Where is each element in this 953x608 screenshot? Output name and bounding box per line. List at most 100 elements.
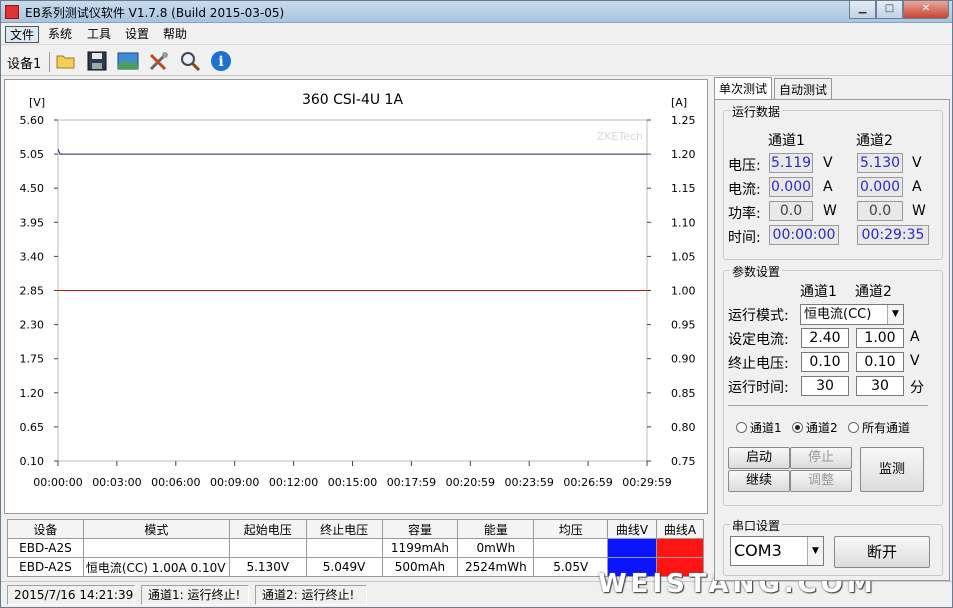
param-ch1-header: 通道1: [800, 284, 837, 300]
power-label: 功率:: [728, 206, 761, 222]
col-curve-v: 曲线V: [607, 519, 657, 539]
menu-settings[interactable]: 设置: [121, 26, 153, 43]
right-tick-label: 1.15: [671, 182, 696, 195]
voltage-current-chart: 360 CSI-4U 1A [V] [A] ZKETech 5.60 1.25 5.05 1.…: [20, 92, 696, 489]
ch1-cutoff-voltage-input[interactable]: 0.10: [801, 352, 849, 372]
right-axis-unit: [A]: [671, 96, 687, 109]
left-tick-label: 0.10: [20, 455, 45, 468]
title-bar: EB系列测试仪软件 V1.7.8 (Build 2015-03-05) ▁ □ …: [1, 1, 952, 23]
radio-channel1[interactable]: 通道1: [736, 419, 782, 436]
image-icon[interactable]: [116, 49, 140, 73]
radio-channel2[interactable]: 通道2: [792, 419, 838, 436]
ch1-power-value: 0.0: [769, 201, 813, 221]
voltage-label: 电压:: [728, 158, 761, 174]
com-port-value: COM3: [734, 541, 782, 560]
cell-energy: 2524mWh: [457, 557, 535, 577]
ch2-run-time-input[interactable]: 30: [856, 376, 904, 396]
ch1-current-value: 0.000: [769, 177, 813, 197]
set-current-label: 设定电流:: [728, 332, 789, 348]
cell-end-voltage: [305, 538, 383, 558]
mode-select[interactable]: 恒电流(CC) ▼: [800, 304, 904, 325]
device-tab[interactable]: 设备1: [7, 53, 41, 72]
status-channel2: 通道2: 运行终止!: [255, 585, 367, 605]
right-tick-label: 1.20: [671, 148, 696, 161]
menu-bar: 文件 系统 工具 设置 帮助: [1, 23, 952, 45]
x-tick-label: 00:09:00: [210, 476, 259, 489]
window-title: EB系列测试仪软件 V1.7.8 (Build 2015-03-05): [25, 6, 285, 20]
ch2-cutoff-voltage-input[interactable]: 0.10: [856, 352, 904, 372]
cutoff-voltage-label: 终止电压:: [728, 356, 789, 372]
toolbar-separator: [49, 52, 50, 72]
run-data-group: 运行数据 通道1 通道2 电压: 5.119 V 5.130 V 电流: 0.0…: [723, 103, 943, 260]
ch2-set-current-input[interactable]: 1.00: [856, 328, 904, 348]
toolbar: 设备1 i: [1, 46, 952, 76]
param-ch2-header: 通道2: [855, 284, 892, 300]
tab-auto-test[interactable]: 自动测试: [774, 78, 833, 99]
left-tick-label: 3.95: [20, 216, 45, 229]
run-ch1-header: 通道1: [768, 133, 805, 149]
serial-group: 串口设置 COM3 ▼ 断开: [723, 517, 943, 576]
cell-start-voltage: [228, 538, 307, 558]
chart-watermark: ZKETech: [597, 130, 643, 143]
cell-avg-voltage: [533, 538, 609, 558]
continue-button[interactable]: 继续: [728, 470, 790, 492]
stop-button[interactable]: 停止: [790, 447, 852, 469]
table-row[interactable]: EBD-A2S 1199mAh 0mWh: [7, 538, 705, 558]
tab-single-test[interactable]: 单次测试: [714, 77, 773, 100]
cell-capacity: 1199mAh: [381, 538, 459, 558]
left-tick-label: 3.40: [20, 250, 45, 263]
params-divider: [728, 405, 928, 406]
left-tick-label: 5.05: [20, 148, 45, 161]
maximize-button[interactable]: □: [876, 1, 903, 19]
left-tick-label: 4.50: [20, 182, 45, 195]
left-tick-label: 1.75: [20, 353, 45, 366]
menu-file[interactable]: 文件: [5, 26, 40, 43]
right-tick-label: 0.95: [671, 319, 696, 332]
close-button[interactable]: ✕: [903, 1, 949, 19]
curve-a-swatch[interactable]: [655, 538, 705, 558]
com-port-select[interactable]: COM3 ▼: [730, 536, 824, 566]
minimize-button[interactable]: ▁: [849, 1, 876, 19]
folder-icon[interactable]: [54, 49, 78, 73]
save-icon[interactable]: [85, 49, 109, 73]
chart-title: 360 CSI-4U 1A: [302, 92, 404, 108]
col-end-voltage: 终止电压: [305, 519, 383, 539]
left-axis-unit: [V]: [29, 96, 45, 109]
status-channel1: 通道1: 运行终止!: [141, 585, 249, 605]
right-tick-label: 1.25: [671, 114, 696, 127]
voltage-unit: V: [823, 155, 833, 171]
radio-all-channels[interactable]: 所有通道: [848, 419, 910, 436]
radio-channel1-label: 通道1: [750, 421, 782, 435]
menu-help[interactable]: 帮助: [159, 26, 191, 43]
time-label: 时间:: [728, 230, 761, 246]
left-tick-label: 1.20: [20, 387, 45, 400]
col-device: 设备: [7, 519, 84, 539]
x-tick-label: 00:03:00: [92, 476, 141, 489]
magnifier-icon[interactable]: [178, 49, 202, 73]
curve-v-swatch[interactable]: [607, 538, 657, 558]
x-tick-label: 00:06:00: [151, 476, 200, 489]
menu-tools[interactable]: 工具: [83, 26, 115, 43]
col-mode: 模式: [82, 519, 230, 539]
mode-value: 恒电流(CC): [804, 307, 872, 322]
adjust-button[interactable]: 调整: [790, 470, 852, 492]
ch1-set-current-input[interactable]: 2.40: [801, 328, 849, 348]
col-curve-a: 曲线A: [655, 519, 705, 539]
disconnect-button[interactable]: 断开: [834, 536, 930, 568]
start-button[interactable]: 启动: [728, 447, 790, 469]
ch1-run-time-input[interactable]: 30: [801, 376, 849, 396]
params-title: 参数设置: [730, 263, 783, 280]
x-tick-label: 00:17:59: [387, 476, 436, 489]
monitor-button[interactable]: 监测: [860, 447, 924, 492]
x-tick-label: 00:20:59: [446, 476, 495, 489]
voltage-unit-2: V: [912, 155, 922, 171]
tools-icon[interactable]: [147, 49, 171, 73]
serial-title: 串口设置: [730, 517, 783, 534]
run-ch2-header: 通道2: [856, 133, 893, 149]
radio-channel2-label: 通道2: [806, 421, 838, 435]
radio-dot: [848, 422, 859, 433]
info-icon[interactable]: i: [209, 49, 233, 73]
cell-energy: 0mWh: [457, 538, 535, 558]
left-tick-label: 0.65: [20, 421, 45, 434]
menu-system[interactable]: 系统: [44, 26, 76, 43]
